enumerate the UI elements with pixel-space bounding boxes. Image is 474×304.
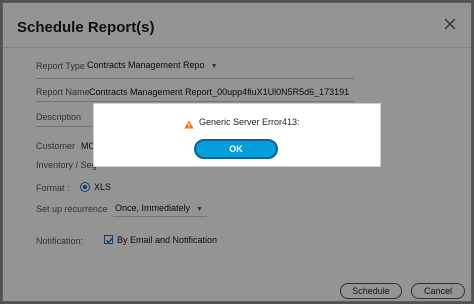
error-alert-dialog: Generic Server Error413: OK [93, 103, 381, 167]
warning-icon [184, 116, 194, 134]
alert-message: Generic Server Error413: [199, 117, 300, 127]
ok-button[interactable]: OK [194, 139, 278, 159]
